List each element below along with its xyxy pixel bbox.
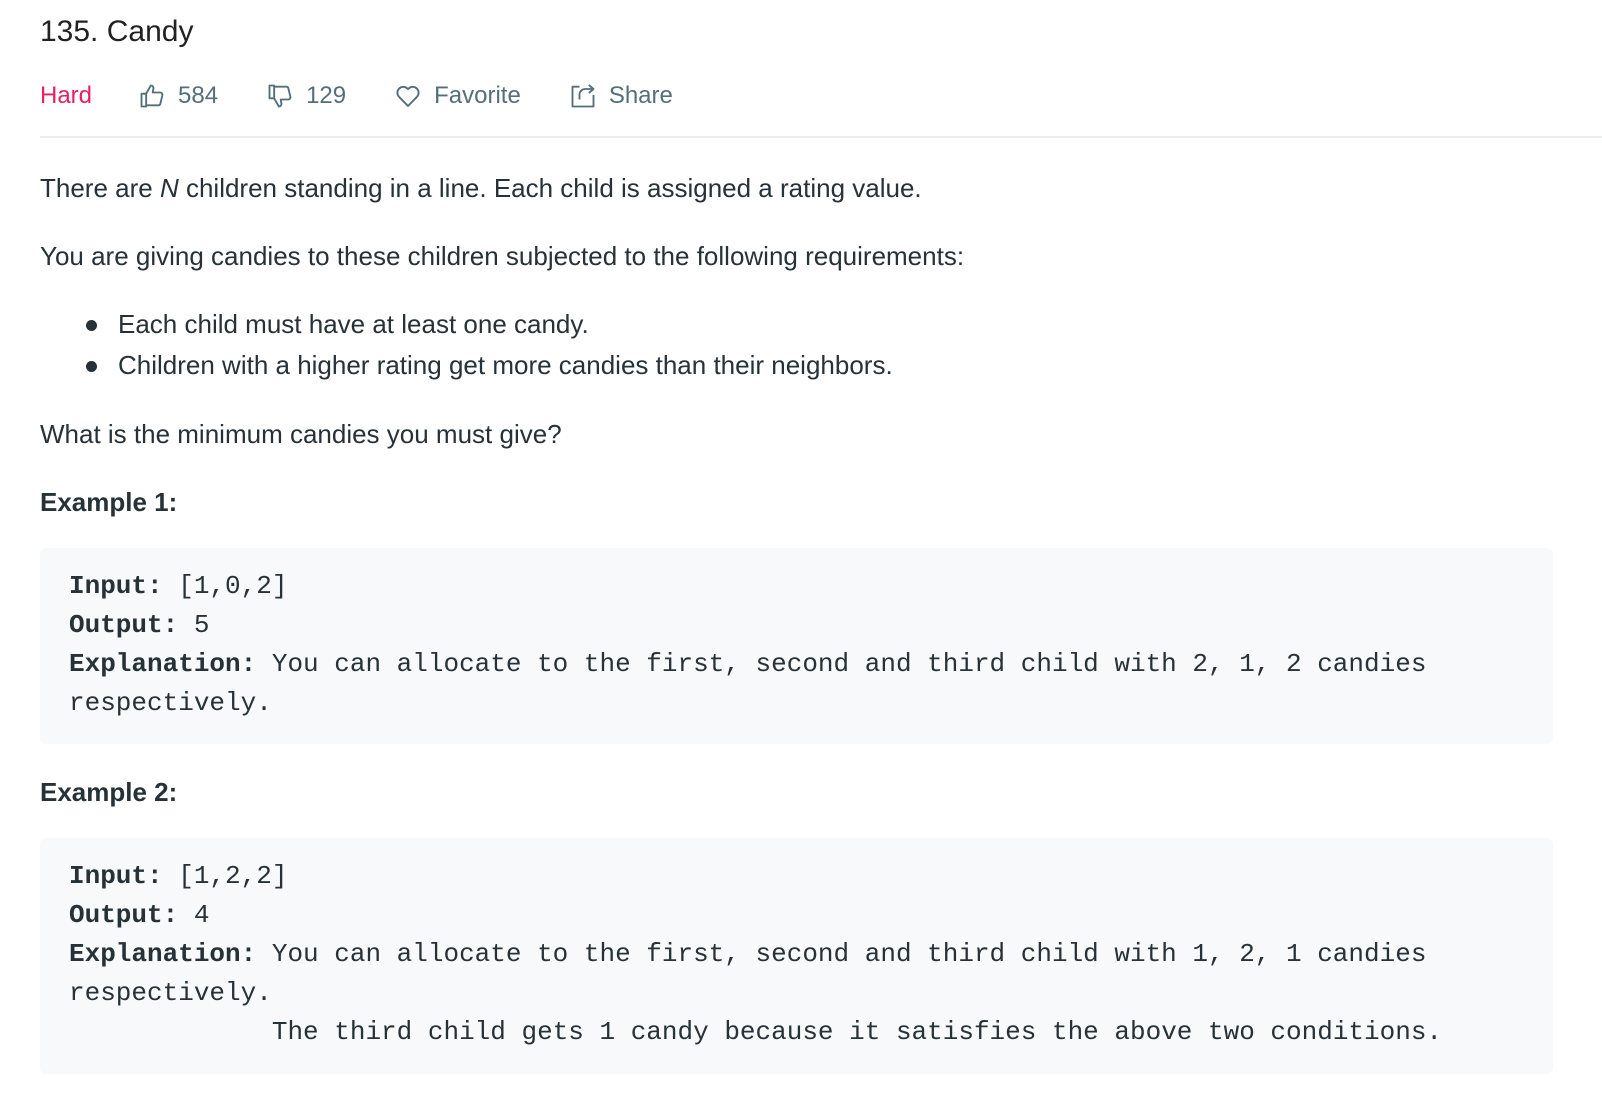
share-label: Share <box>608 82 673 109</box>
example-output-line: Output: 5 <box>69 610 210 640</box>
favorite-label: Favorite <box>434 82 521 109</box>
example-input-line: Input: [1,2,2] <box>69 861 288 891</box>
description-question: What is the minimum candies you must giv… <box>40 419 562 449</box>
example-explanation-line: Explanation: You can allocate to the fir… <box>69 939 1427 969</box>
example-code-block: Input: [1,2,2] Output: 4 Explanation: You … <box>40 838 1553 1074</box>
example-input-line: Input: [1,0,2] <box>69 571 288 601</box>
problem-description: There are N children standing in a line.… <box>40 168 1602 1074</box>
example-code-block: Input: [1,0,2] Output: 5 Explanation: You … <box>40 548 1553 744</box>
likes-count: 584 <box>178 82 219 109</box>
share-icon <box>571 84 595 108</box>
like-button[interactable]: 584 <box>138 82 218 110</box>
favorite-button[interactable]: Favorite <box>394 82 521 110</box>
dislike-button[interactable]: 129 <box>266 82 346 110</box>
thumbs-down-icon <box>268 84 292 108</box>
example-explanation-line: Explanation: You can allocate to the fir… <box>69 649 1427 679</box>
description-paragraph: You are giving candies to these children… <box>40 241 965 271</box>
problem-meta-bar: Hard 584 129 Favorite Share <box>40 76 1602 116</box>
dislikes-count: 129 <box>306 82 347 109</box>
example-output-line: Output: 4 <box>69 900 210 930</box>
list-item: Each child must have at least one candy. <box>86 304 1602 345</box>
variable-n: N <box>159 173 179 203</box>
requirements-list: Each child must have at least one candy.… <box>40 304 1602 386</box>
example-heading: Example 2: <box>40 777 178 807</box>
list-item: Children with a higher rating get more c… <box>86 345 1602 386</box>
heart-icon <box>396 85 420 107</box>
example-explanation-line: respectively. <box>69 688 272 718</box>
problem-page: 135. Candy Hard 584 129 Favorite Share T… <box>40 0 1602 1074</box>
share-button[interactable]: Share <box>569 82 673 110</box>
description-paragraph: There are N children standing in a line.… <box>40 173 922 203</box>
example-explanation-line: The third child gets 1 candy because it … <box>69 1017 1443 1047</box>
example-heading: Example 1: <box>40 487 178 517</box>
thumbs-up-icon <box>140 84 164 108</box>
problem-title: 135. Candy <box>40 15 194 48</box>
divider <box>40 136 1602 138</box>
difficulty-badge: Hard <box>40 82 93 109</box>
example-explanation-line: respectively. <box>69 978 272 1008</box>
